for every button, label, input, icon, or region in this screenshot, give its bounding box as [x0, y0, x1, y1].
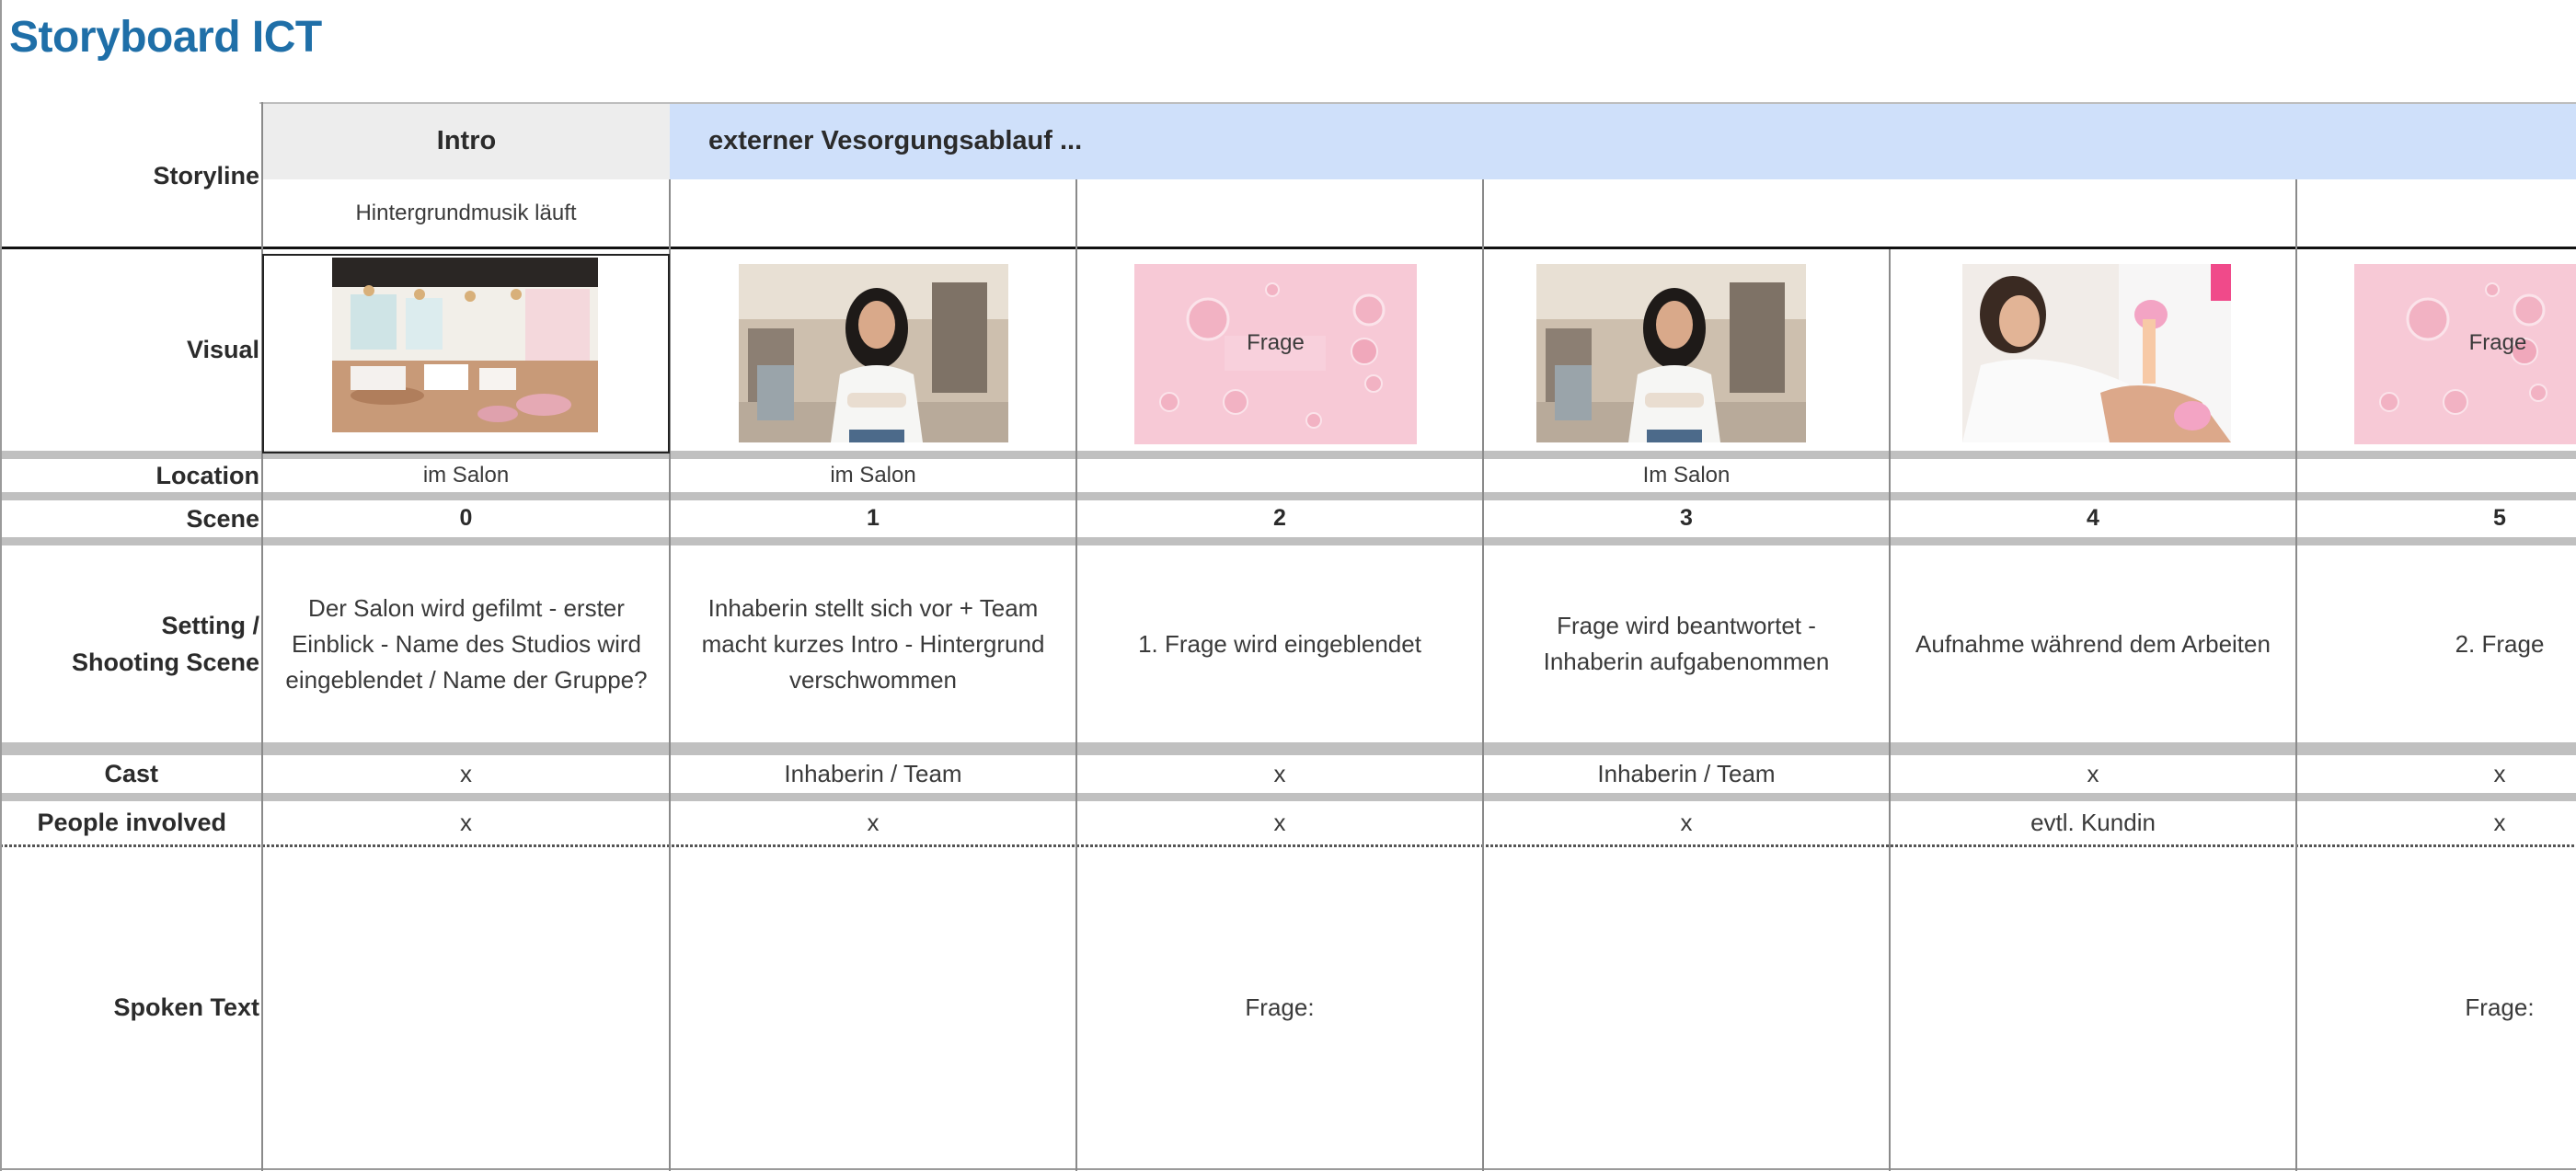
row-label-people: People involved: [37, 809, 226, 837]
owner-portrait-photo[interactable]: [1536, 264, 1806, 442]
pink-bubbles-card[interactable]: Frage: [2354, 264, 2576, 444]
intro-header-cell[interactable]: Intro: [263, 102, 670, 179]
location-cell[interactable]: [1891, 459, 2295, 492]
row-label-scene: Scene: [186, 504, 259, 533]
row-label-setting: Setting / Shooting Scene: [0, 545, 259, 742]
section-header-cell[interactable]: externer Vesorgungsablauf ...: [670, 102, 2576, 179]
setting-cell[interactable]: Aufnahme während dem Arbeiten: [1891, 545, 2295, 742]
owner-portrait-image: [739, 264, 1008, 442]
cast-cell[interactable]: x: [263, 755, 669, 793]
people-cell[interactable]: x: [263, 801, 669, 844]
cast-cell[interactable]: x: [1077, 755, 1482, 793]
intro-note-cell[interactable]: Hintergrundmusik läuft: [263, 179, 669, 247]
row-label-visual: Visual: [186, 336, 259, 364]
separator-band: [0, 793, 2576, 801]
people-cell[interactable]: x: [1077, 801, 1482, 844]
scene-number-cell[interactable]: 3: [1484, 500, 1889, 537]
setting-cell[interactable]: 1. Frage wird eingeblendet: [1077, 545, 1482, 742]
pink-card-label: Frage: [2468, 330, 2527, 355]
setting-cell[interactable]: Der Salon wird gefilmt - erster Einblick…: [264, 545, 669, 742]
spoken-text-cell[interactable]: [671, 847, 1075, 1168]
storyline-top-rule: [259, 102, 2576, 104]
cast-cell[interactable]: x: [2297, 755, 2576, 793]
people-cell[interactable]: evtl. Kundin: [1891, 801, 2295, 844]
treatment-image: [1962, 264, 2231, 442]
location-cell[interactable]: Im Salon: [1484, 459, 1889, 492]
people-cell[interactable]: x: [2297, 801, 2576, 844]
setting-cell[interactable]: 2. Frage: [2297, 545, 2576, 742]
cast-cell[interactable]: Inhaberin / Team: [1484, 755, 1889, 793]
people-cell[interactable]: x: [1484, 801, 1889, 844]
scene-number-cell[interactable]: 0: [263, 500, 669, 537]
spoken-text-cell[interactable]: Frage:: [1077, 847, 1482, 1168]
spoken-text-cell[interactable]: [1891, 847, 2295, 1168]
storyline-bottom-rule: [0, 247, 2576, 249]
location-cell[interactable]: im Salon: [671, 459, 1075, 492]
scene-number-cell[interactable]: 4: [1891, 500, 2295, 537]
section-header-label: externer Vesorgungsablauf ...: [708, 125, 1083, 155]
page-bottom-rule: [0, 1168, 2576, 1170]
owner-portrait-photo[interactable]: [739, 264, 1008, 442]
page-title: Storyboard ICT: [9, 13, 322, 62]
row-label-setting-line2: Shooting Scene: [71, 649, 259, 676]
row-label-spoken: Spoken Text: [113, 993, 259, 1022]
scene-number-cell[interactable]: 2: [1077, 500, 1482, 537]
separator-band: [0, 537, 2576, 545]
setting-cell[interactable]: Frage wird beantwortet - Inhaberin aufga…: [1484, 545, 1889, 742]
setting-cell[interactable]: Inhaberin stellt sich vor + Team macht k…: [671, 545, 1075, 742]
owner-portrait-image: [1536, 264, 1806, 442]
treatment-photo[interactable]: [1962, 264, 2231, 442]
location-cell[interactable]: im Salon: [263, 459, 669, 492]
scene-number-cell[interactable]: 1: [671, 500, 1075, 537]
row-label-cast: Cast: [104, 760, 158, 788]
pink-bubbles-card[interactable]: Frage: [1134, 264, 1417, 444]
location-cell[interactable]: [1077, 459, 1482, 492]
salon-interior-photo[interactable]: [332, 258, 598, 432]
scene-number-cell[interactable]: 5: [2297, 500, 2576, 537]
spoken-text-cell[interactable]: [263, 847, 669, 1168]
separator-band: [0, 492, 2576, 500]
row-label-location: Location: [155, 461, 260, 489]
row-label-storyline: Storyline: [153, 161, 259, 189]
cast-cell[interactable]: x: [1891, 755, 2295, 793]
location-cell[interactable]: [2297, 459, 2576, 492]
pink-card-label: Frage: [1247, 330, 1305, 355]
salon-interior-image: [332, 258, 598, 432]
separator-band: [0, 742, 2576, 755]
row-label-setting-line1: Setting /: [161, 611, 260, 639]
spoken-text-cell[interactable]: [1484, 847, 1889, 1168]
intro-header-label: Intro: [436, 125, 497, 155]
people-cell[interactable]: x: [671, 801, 1075, 844]
cast-cell[interactable]: Inhaberin / Team: [671, 755, 1075, 793]
spoken-text-cell[interactable]: Frage:: [2297, 847, 2576, 1168]
